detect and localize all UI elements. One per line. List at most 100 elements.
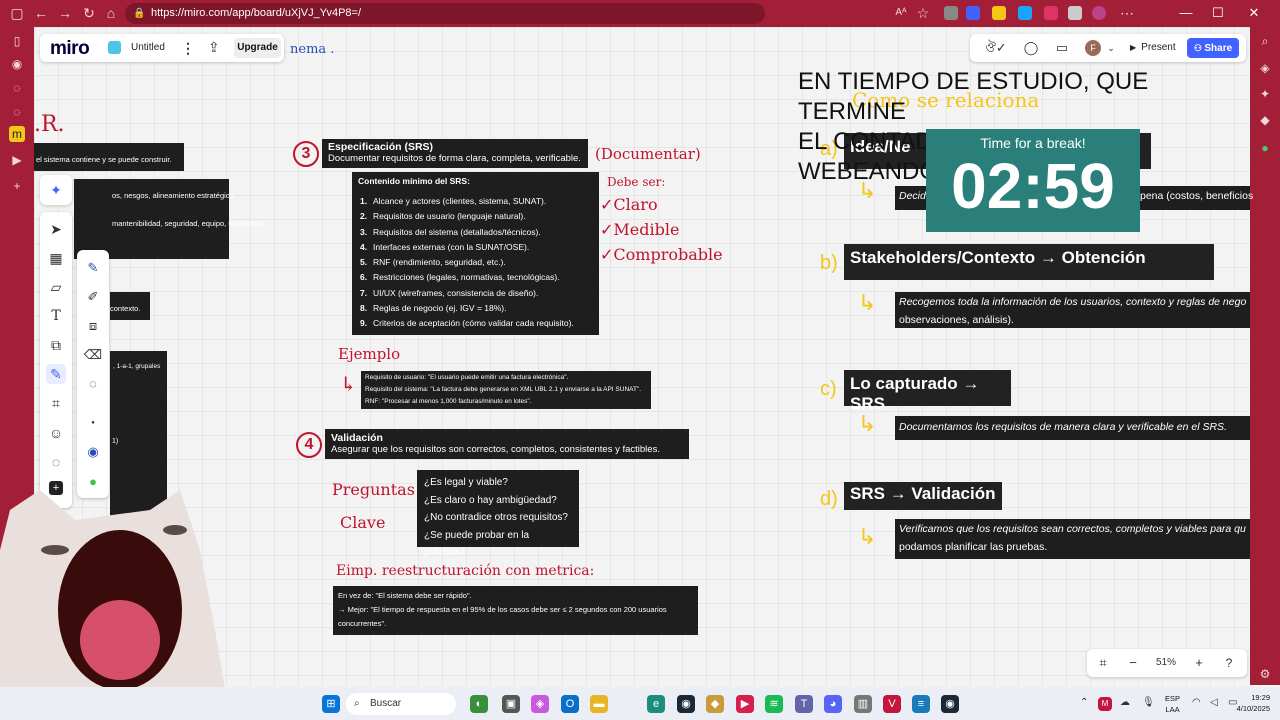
ai-sparkle-icon[interactable]: ✦ bbox=[40, 175, 72, 205]
extension-icon[interactable] bbox=[1044, 6, 1058, 20]
frame-tool-icon[interactable]: ⌗ bbox=[46, 393, 66, 413]
select-tool-icon[interactable]: ➤ bbox=[46, 219, 66, 239]
stroke-size-icon[interactable]: ● bbox=[83, 413, 103, 433]
notepad-icon[interactable]: ≡ bbox=[912, 695, 930, 713]
pen-icon[interactable]: ✎ bbox=[83, 258, 103, 278]
step-header-card[interactable]: Stakeholders/Contexto → Obtención bbox=[844, 244, 1214, 280]
validation-header-card[interactable]: Validación Asegurar que los requisitos s… bbox=[325, 429, 689, 459]
favorite-star-icon[interactable]: ☆ bbox=[912, 4, 934, 22]
chevron-down-icon[interactable]: ⌄ bbox=[1102, 40, 1120, 56]
valorant-icon[interactable]: V bbox=[883, 695, 901, 713]
miro-logo[interactable]: miro bbox=[50, 38, 90, 60]
discord-icon[interactable]: ◕ bbox=[824, 695, 842, 713]
miro-tab-icon[interactable]: m bbox=[9, 126, 25, 142]
example-card[interactable]: Requisito de usuario: "El usuario puede … bbox=[361, 371, 651, 409]
tray-icon[interactable]: M bbox=[1098, 697, 1112, 711]
board-menu-icon[interactable]: ⋮ bbox=[181, 40, 195, 57]
extension-icon[interactable] bbox=[944, 6, 958, 20]
comments-icon[interactable]: ◯ bbox=[1022, 40, 1040, 56]
sticky-note-icon[interactable]: ▱ bbox=[46, 277, 66, 297]
app-icon[interactable]: ▥ bbox=[854, 695, 872, 713]
wifi-icon[interactable]: ◠ bbox=[1192, 697, 1201, 708]
tray-icon[interactable]: ☁ bbox=[1120, 697, 1130, 708]
step-header-card[interactable]: SRS → Validación bbox=[844, 482, 1002, 510]
read-aloud-icon[interactable]: Aᴬ bbox=[890, 4, 912, 22]
volume-icon[interactable]: ◁ bbox=[1210, 697, 1218, 708]
language-indicator[interactable]: ESP LAA bbox=[1165, 693, 1180, 715]
zoom-out-icon[interactable]: − bbox=[1124, 654, 1142, 672]
back-icon[interactable]: ← bbox=[30, 4, 52, 22]
media-icon[interactable]: ▶ bbox=[736, 695, 754, 713]
board-name[interactable]: Untitled bbox=[131, 42, 165, 53]
shapes-icon[interactable]: ⧉ bbox=[46, 335, 66, 355]
more-icon[interactable]: ⋯ bbox=[1116, 4, 1138, 22]
help-icon[interactable]: ? bbox=[1220, 654, 1238, 672]
srs-header-card[interactable]: Especificación (SRS) Documentar requisit… bbox=[322, 139, 588, 168]
step-desc-card[interactable]: Verificamos que los requisitos sean corr… bbox=[895, 519, 1250, 559]
edge-icon[interactable]: e bbox=[647, 695, 665, 713]
comment-tool-icon[interactable]: ◌ bbox=[46, 452, 66, 472]
maximize-icon[interactable]: ☐ bbox=[1204, 4, 1232, 22]
srs-content-card[interactable]: Contenido mínimo del SRS: 1. Alcance y ac… bbox=[352, 172, 599, 335]
extension-icon[interactable] bbox=[966, 6, 980, 20]
taskbar-clock[interactable]: 19:29 4/10/2025 bbox=[1230, 692, 1270, 714]
eraser-icon[interactable]: ⌫ bbox=[83, 345, 103, 365]
zoom-in-icon[interactable]: + bbox=[1190, 654, 1208, 672]
chevron-up-icon[interactable]: ⌃ bbox=[1080, 697, 1088, 708]
task-view-icon[interactable]: ▣ bbox=[502, 695, 520, 713]
pen-tool-icon[interactable]: ✎ bbox=[46, 364, 66, 384]
new-tab-icon[interactable]: + bbox=[9, 178, 25, 194]
settings-icon[interactable]: ⚙ bbox=[1257, 666, 1273, 682]
text-tool-icon[interactable]: T bbox=[46, 306, 66, 326]
avatar[interactable]: F bbox=[1085, 40, 1101, 56]
tab-actions-icon[interactable]: ▢ bbox=[6, 4, 28, 22]
zoom-level[interactable]: 51% bbox=[1150, 654, 1182, 672]
video-call-icon[interactable]: ▭ bbox=[1053, 40, 1071, 56]
outlook-icon[interactable]: O bbox=[561, 695, 579, 713]
reactions-icon[interactable]: ঔ✓ bbox=[982, 40, 1010, 56]
upgrade-button[interactable]: Upgrade bbox=[234, 38, 281, 58]
export-icon[interactable]: ⇪ bbox=[208, 39, 220, 56]
share-button[interactable]: ⚇ Share bbox=[1187, 38, 1239, 58]
tools-icon[interactable]: ✦ bbox=[1257, 86, 1273, 102]
widgets-icon[interactable]: ◐ bbox=[470, 695, 488, 713]
highlighter-icon[interactable]: ✐ bbox=[83, 287, 103, 307]
start-icon[interactable]: ⊞ bbox=[322, 695, 340, 713]
smart-draw-icon[interactable]: ⧈ bbox=[83, 316, 103, 336]
metric-card[interactable]: En vez de: "El sistema debe ser rápido".… bbox=[333, 586, 698, 635]
profile-icon[interactable] bbox=[1092, 6, 1106, 20]
teams-icon[interactable]: T bbox=[795, 695, 813, 713]
home-icon[interactable]: ⌂ bbox=[100, 4, 122, 22]
steam-icon[interactable]: ◉ bbox=[941, 695, 959, 713]
copilot-icon[interactable]: ◈ bbox=[531, 695, 549, 713]
youtube-tab-icon[interactable]: ▶ bbox=[9, 152, 25, 168]
steam-icon[interactable]: ◉ bbox=[677, 695, 695, 713]
step-desc-card[interactable]: Recogemos toda la información de los usu… bbox=[895, 292, 1250, 328]
color-blue-icon[interactable]: ◉ bbox=[83, 442, 103, 462]
game-icon[interactable]: ◆ bbox=[706, 695, 724, 713]
search-icon[interactable]: ⌕ bbox=[1257, 33, 1273, 49]
favorites-icon[interactable] bbox=[1068, 6, 1082, 20]
copilot-icon[interactable]: ◈ bbox=[1257, 60, 1273, 76]
taskbar-search[interactable]: ⌕ Buscar bbox=[346, 693, 456, 715]
office-icon[interactable]: ◆ bbox=[1257, 112, 1273, 128]
step-header-card[interactable]: Lo capturado → SRS bbox=[844, 370, 1011, 413]
address-bar[interactable]: 🔒 https://miro.com/app/board/uXjVJ_Yv4P8… bbox=[125, 3, 765, 24]
file-explorer-icon[interactable]: ▬ bbox=[590, 695, 608, 713]
spotify-icon[interactable]: ≋ bbox=[765, 695, 783, 713]
microphone-icon[interactable]: 🎙 bbox=[1142, 697, 1155, 708]
tab-icon[interactable]: ◌ bbox=[9, 80, 25, 96]
tab-icon[interactable]: ◌ bbox=[9, 104, 25, 120]
spotify-icon[interactable]: ● bbox=[1257, 140, 1273, 156]
close-icon[interactable]: ✕ bbox=[1240, 4, 1268, 22]
questions-card[interactable]: ¿Es legal y viable? ¿Es claro o hay ambi… bbox=[417, 470, 579, 558]
tab-icon[interactable]: ◉ bbox=[9, 56, 25, 72]
extension-icon[interactable] bbox=[1018, 6, 1032, 20]
color-green-icon[interactable]: ● bbox=[83, 472, 103, 492]
minimize-icon[interactable]: — bbox=[1172, 4, 1200, 22]
step-desc-card[interactable]: Documentamos los requisitos de manera cl… bbox=[895, 416, 1250, 440]
templates-icon[interactable]: ▦ bbox=[46, 248, 66, 268]
reload-icon[interactable]: ↻ bbox=[78, 4, 100, 22]
forward-icon[interactable]: → bbox=[54, 4, 76, 22]
fit-screen-icon[interactable]: ⌗ bbox=[1094, 654, 1112, 672]
